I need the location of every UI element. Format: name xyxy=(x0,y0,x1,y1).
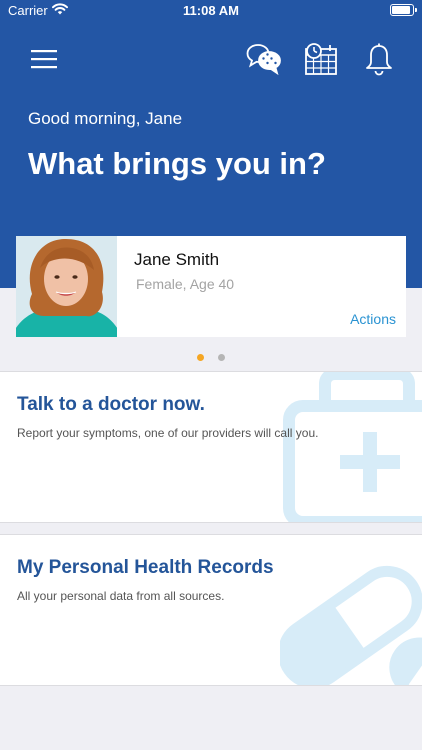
pagination-dot[interactable] xyxy=(218,354,226,361)
hamburger-menu-icon[interactable] xyxy=(26,41,62,77)
patient-profile-card[interactable]: Jane Smith Female, Age 40 Actions xyxy=(16,236,406,337)
patient-name: Jane Smith xyxy=(134,250,220,269)
calendar-clock-icon[interactable] xyxy=(303,41,339,77)
battery-icon xyxy=(390,4,417,16)
talk-to-doctor-tile[interactable]: Talk to a doctor now. Report your sympto… xyxy=(0,371,422,523)
health-records-tile[interactable]: My Personal Health Records All your pers… xyxy=(0,534,422,686)
pagination-dot-active[interactable] xyxy=(196,354,204,361)
carousel-pagination xyxy=(0,348,422,366)
tile-title: My Personal Health Records xyxy=(17,557,274,578)
medical-kit-icon xyxy=(283,372,422,522)
tile-title: Talk to a doctor now. xyxy=(17,394,205,415)
status-time: 11:08 AM xyxy=(183,3,239,18)
status-bar: Carrier 11:08 AM xyxy=(0,0,422,22)
patient-avatar xyxy=(16,236,117,337)
tile-subtitle: All your personal data from all sources. xyxy=(17,589,225,603)
tile-subtitle: Report your symptoms, one of our provide… xyxy=(17,426,319,440)
bell-icon[interactable] xyxy=(361,41,397,77)
chat-bubbles-icon[interactable] xyxy=(246,41,282,77)
pills-icon xyxy=(280,565,422,685)
greeting-text: Good morning, Jane xyxy=(28,109,183,128)
actions-link[interactable]: Actions xyxy=(350,311,396,327)
patient-details: Female, Age 40 xyxy=(136,276,235,292)
page-headline: What brings you in? xyxy=(28,146,326,181)
